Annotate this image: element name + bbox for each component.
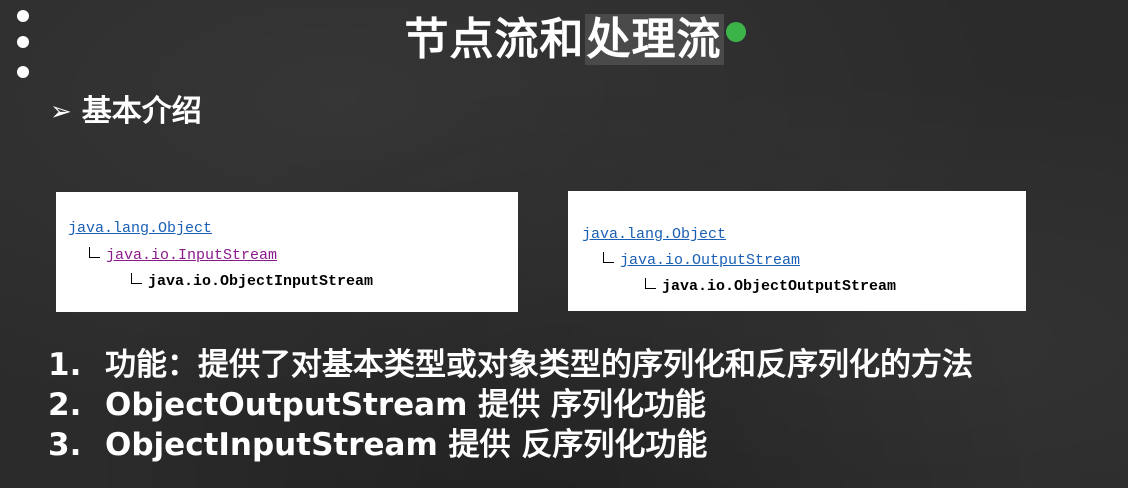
parent-class-link[interactable]: java.io.InputStream — [106, 247, 277, 264]
input-stream-hierarchy-panel: java.lang.Object java.io.InputStream jav… — [56, 192, 518, 312]
root-class-link[interactable]: java.lang.Object — [68, 220, 212, 237]
output-stream-hierarchy-panel: java.lang.Object java.io.OutputStream ja… — [568, 191, 1026, 311]
tree-branch-icon — [131, 273, 142, 284]
slide-title: 节点流和处理流 — [0, 12, 1128, 68]
root-class-link[interactable]: java.lang.Object — [582, 226, 726, 243]
list-item-number: 3. — [48, 427, 82, 463]
list-item-text: ObjectOutputStream 提供 序列化功能 — [105, 387, 706, 423]
list-item: 1. 功能：提供了对基本类型或对象类型的序列化和反序列化的方法 — [48, 345, 973, 385]
list-item: 2. ObjectOutputStream 提供 序列化功能 — [48, 385, 973, 425]
section-heading-text: 基本介绍 — [81, 94, 202, 129]
feature-list: 1. 功能：提供了对基本类型或对象类型的序列化和反序列化的方法 2. Objec… — [48, 345, 973, 465]
list-item: 3. ObjectInputStream 提供 反序列化功能 — [48, 425, 973, 465]
list-item-text: ObjectInputStream 提供 反序列化功能 — [105, 427, 708, 463]
tree-branch-icon — [645, 278, 656, 289]
pointer-cursor-icon — [726, 22, 746, 42]
title-part2-highlighted: 处理流 — [584, 14, 724, 65]
arrow-bullet-icon: ➢ — [50, 97, 72, 127]
list-item-text: 功能：提供了对基本类型或对象类型的序列化和反序列化的方法 — [105, 347, 973, 383]
list-item-number: 1. — [48, 347, 82, 383]
parent-class-link[interactable]: java.io.OutputStream — [620, 252, 800, 269]
current-class-label: java.io.ObjectOutputStream — [662, 278, 897, 295]
title-part1: 节点流和 — [404, 14, 585, 65]
tree-branch-icon — [89, 247, 100, 258]
section-heading: ➢ 基本介绍 — [50, 90, 202, 134]
current-class-label: java.io.ObjectInputStream — [148, 273, 374, 290]
tree-branch-icon — [603, 252, 614, 263]
list-item-number: 2. — [48, 387, 82, 423]
